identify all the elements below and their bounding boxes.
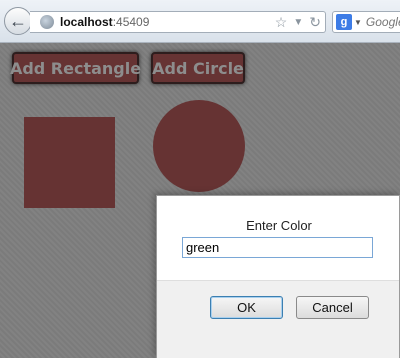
chevron-down-icon[interactable]: ▼ [354, 18, 362, 27]
address-bar[interactable]: localhost:45409 ☆ ▼ ↻ [30, 11, 326, 33]
circle-shape[interactable] [153, 100, 245, 192]
star-icon[interactable]: ☆ [275, 14, 288, 31]
color-input[interactable] [182, 237, 373, 258]
cancel-button[interactable]: Cancel [296, 296, 369, 319]
search-bar[interactable]: g ▼ Google [332, 11, 400, 33]
dropdown-icon[interactable]: ▼ [293, 17, 303, 28]
dialog-footer: OK Cancel [157, 280, 399, 358]
add-circle-button[interactable]: Add Circle [151, 52, 245, 84]
dialog-message: Enter Color [246, 218, 312, 233]
browser-toolbar: ← localhost:45409 ☆ ▼ ↻ g ▼ Google [0, 0, 400, 43]
url-port: :45409 [112, 15, 150, 29]
reload-icon[interactable]: ↻ [309, 14, 321, 31]
globe-icon [40, 15, 54, 29]
back-arrow-icon[interactable]: ← [4, 7, 32, 35]
prompt-dialog: Enter Color OK Cancel [156, 195, 400, 358]
url-host: localhost [60, 15, 113, 29]
rectangle-shape[interactable] [24, 117, 115, 208]
add-rectangle-button[interactable]: Add Rectangle [10, 52, 141, 84]
ok-button[interactable]: OK [210, 296, 283, 319]
google-icon[interactable]: g [336, 14, 352, 30]
search-placeholder: Google [365, 15, 400, 29]
url-text: localhost:45409 [60, 15, 149, 29]
